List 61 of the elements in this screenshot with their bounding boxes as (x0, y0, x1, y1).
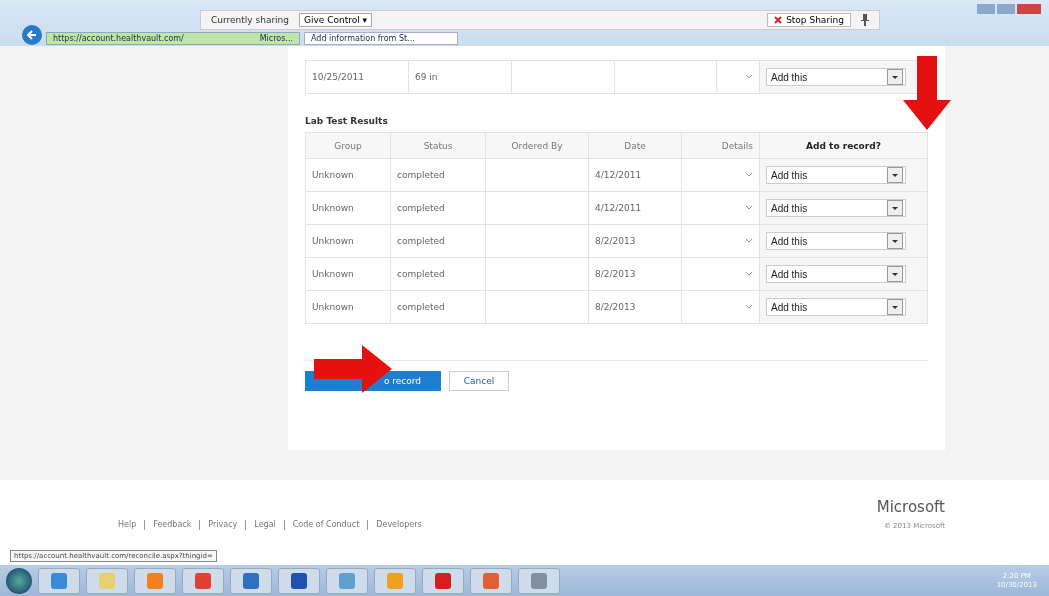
chevron-down-icon[interactable] (745, 237, 753, 245)
column-header: Status (390, 132, 486, 159)
table-cell: 4/12/2011 (588, 191, 682, 225)
back-button[interactable] (22, 25, 42, 45)
taskbar-app-icon[interactable] (278, 567, 320, 594)
table-cell: Unknown (305, 290, 391, 324)
table-cell: 8/2/2013 (588, 257, 682, 291)
chevron-down-icon[interactable] (745, 171, 753, 179)
chevron-down-icon[interactable] (745, 270, 753, 278)
sharing-status: Currently sharing (211, 15, 290, 25)
cancel-button[interactable]: Cancel (449, 371, 509, 391)
dropdown[interactable]: Add this (766, 232, 906, 250)
table-cell: Unknown (305, 158, 391, 192)
footer-link[interactable]: Legal (245, 520, 276, 530)
give-control-dropdown[interactable]: Give Control ▾ (299, 13, 373, 27)
dropdown[interactable]: Add this (766, 265, 906, 283)
column-header: Group (305, 132, 391, 159)
table-cell: 69 in (408, 60, 512, 94)
table-cell: 10/25/2011 (305, 60, 409, 94)
table-cell: completed (390, 224, 486, 258)
table-cell: completed (390, 290, 486, 324)
footer-link[interactable]: Feedback (144, 520, 192, 530)
dropdown[interactable]: Add this (766, 298, 906, 316)
table-cell: completed (390, 257, 486, 291)
taskbar-app-icon[interactable] (422, 567, 464, 594)
taskbar-app-icon[interactable] (518, 567, 560, 594)
footer-link[interactable]: Developers (367, 520, 422, 530)
dropdown[interactable]: Add this (766, 166, 906, 184)
dropdown[interactable]: Add this (766, 68, 906, 86)
section-title: Lab Test Results (305, 116, 389, 126)
footer-link[interactable]: Help (118, 520, 137, 530)
table-cell: 8/2/2013 (588, 290, 682, 324)
table-cell: Unknown (305, 257, 391, 291)
column-header: Add to record? (759, 132, 928, 159)
taskbar-app-icon[interactable] (182, 567, 224, 594)
stop-sharing-button[interactable]: Stop Sharing (767, 13, 851, 27)
brand-name: Microsoft (876, 498, 945, 516)
browser-tab[interactable]: Add information from St... (304, 31, 458, 45)
pin-icon[interactable] (861, 14, 869, 26)
table-cell: Unknown (305, 224, 391, 258)
chevron-down-icon[interactable] (745, 204, 753, 212)
column-header: Ordered By (485, 132, 589, 159)
start-button[interactable] (6, 567, 32, 594)
address-bar[interactable]: https://account.healthvault.com/ Micros... (46, 31, 300, 45)
table-cell: completed (390, 191, 486, 225)
dropdown[interactable]: Add this (766, 199, 906, 217)
back-arrow-icon (26, 29, 38, 41)
column-header: Details (681, 132, 760, 159)
taskbar-app-icon[interactable] (470, 567, 512, 594)
taskbar-app-icon[interactable] (38, 567, 80, 594)
footer-link[interactable]: Privacy (199, 520, 238, 530)
table-cell: 8/2/2013 (588, 224, 682, 258)
chevron-down-icon[interactable] (745, 73, 753, 81)
chevron-down-icon[interactable] (745, 303, 753, 311)
footer-link[interactable]: Code of Conduct (283, 520, 360, 530)
table-cell: Unknown (305, 191, 391, 225)
column-header: Date (588, 132, 682, 159)
table-cell: 4/12/2011 (588, 158, 682, 192)
table-cell: completed (390, 158, 486, 192)
close-icon (774, 16, 783, 24)
taskbar-app-icon[interactable] (230, 567, 272, 594)
